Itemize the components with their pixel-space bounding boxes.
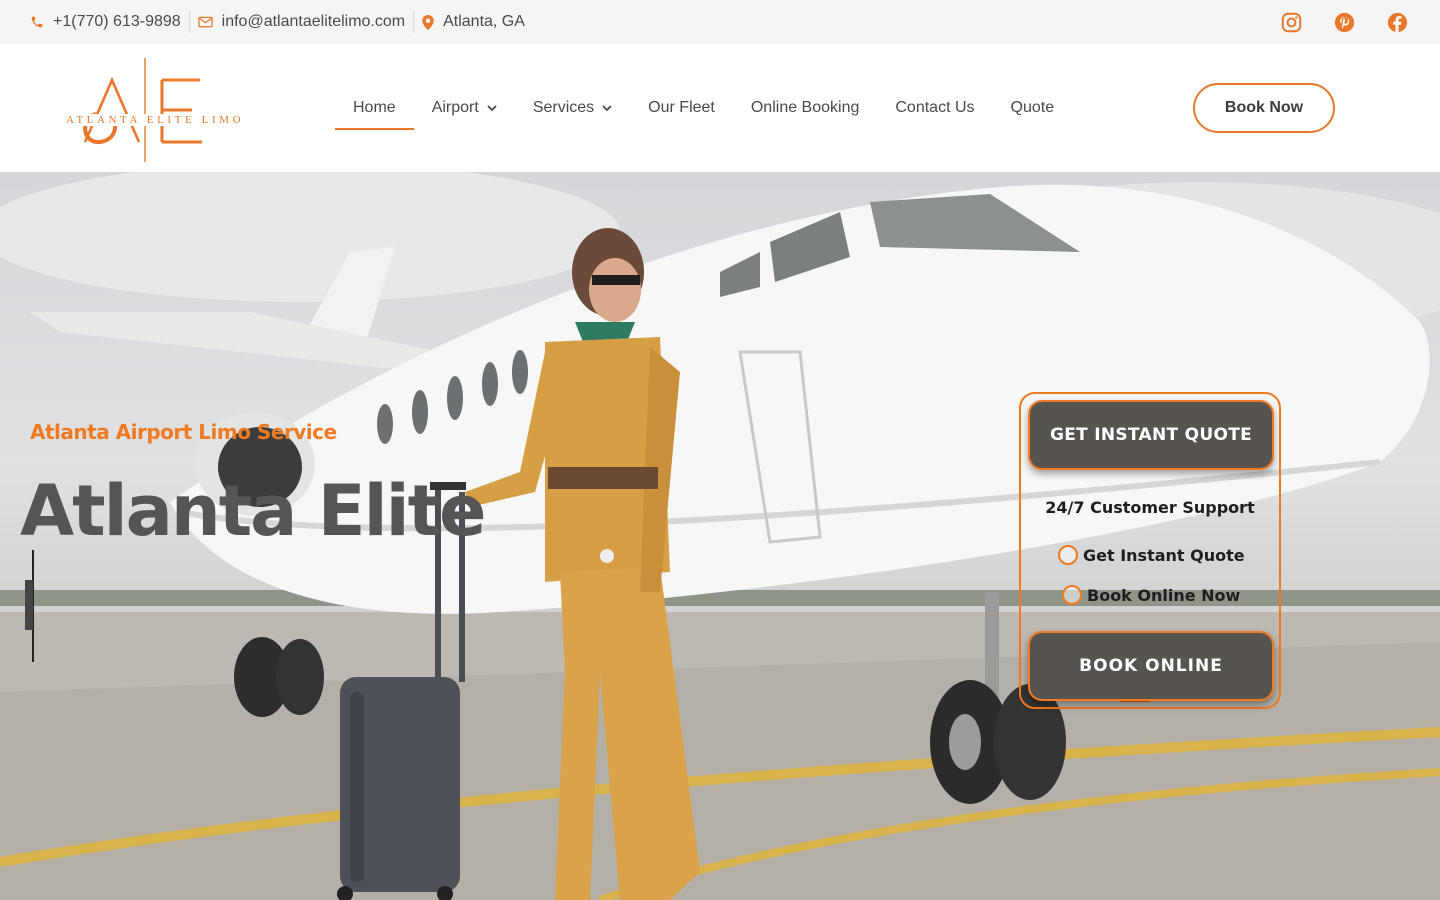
nav-airport[interactable]: Airport xyxy=(414,86,515,130)
facebook-icon xyxy=(1387,12,1408,32)
nav-our-fleet[interactable]: Our Fleet xyxy=(630,86,733,130)
book-online-button[interactable]: BOOK ONLINE xyxy=(1028,631,1274,701)
hero-kicker: Atlanta Airport Limo Service xyxy=(30,420,337,444)
support-text: 24/7 Customer Support xyxy=(1045,498,1255,517)
location-pin-icon xyxy=(422,14,434,30)
pinterest-link[interactable] xyxy=(1334,0,1355,44)
hero-headline: Atlanta Elite xyxy=(20,470,487,552)
nav-label: Our Fleet xyxy=(648,99,715,116)
nav-label: Services xyxy=(532,99,595,116)
location-text: Atlanta, GA xyxy=(443,13,525,30)
typing-cursor-block xyxy=(25,580,33,630)
option-label: Book Online Now xyxy=(1087,585,1241,605)
mail-icon xyxy=(197,16,213,28)
nav-label: Contact Us xyxy=(895,99,975,116)
radio-icon xyxy=(1062,585,1082,605)
quote-card: GET INSTANT QUOTE 24/7 Customer Support … xyxy=(1019,392,1281,709)
get-instant-quote-button[interactable]: GET INSTANT QUOTE xyxy=(1028,400,1274,470)
location-contact: Atlanta, GA xyxy=(422,0,525,44)
divider xyxy=(188,11,190,33)
instagram-icon xyxy=(1281,12,1302,32)
nav-home[interactable]: Home xyxy=(335,86,414,130)
pinterest-icon xyxy=(1334,12,1355,32)
instagram-link[interactable] xyxy=(1281,0,1302,44)
nav-contact-us[interactable]: Contact Us xyxy=(877,86,992,130)
chevron-down-icon xyxy=(487,104,497,111)
top-bar: +1(770) 613-9898 info@atlantaelitelimo.c… xyxy=(0,0,1440,44)
logo-monogram xyxy=(83,58,202,162)
book-now-button[interactable]: Book Now xyxy=(1193,83,1335,133)
nav-label: Home xyxy=(353,99,396,116)
logo-wordmark: ATLANTA ELITE LIMO xyxy=(64,114,247,126)
email-text: info@atlantaelitelimo.com xyxy=(221,13,406,30)
chevron-down-icon xyxy=(602,104,612,111)
nav-services[interactable]: Services xyxy=(515,86,630,130)
nav-quote[interactable]: Quote xyxy=(993,86,1073,130)
option-book-online-now[interactable]: Book Online Now xyxy=(1062,585,1240,605)
email-contact[interactable]: info@atlantaelitelimo.com xyxy=(197,0,406,44)
phone-text: +1(770) 613-9898 xyxy=(53,13,181,30)
nav-label: Airport xyxy=(431,99,479,116)
hero-section: Atlanta Airport Limo Service Atlanta Eli… xyxy=(0,172,1440,900)
facebook-link[interactable] xyxy=(1387,0,1408,44)
phone-contact[interactable]: +1(770) 613-9898 xyxy=(30,0,181,44)
site-logo[interactable]: ATLANTA ELITE LIMO xyxy=(60,58,247,162)
divider xyxy=(413,11,415,33)
option-get-instant-quote[interactable]: Get Instant Quote xyxy=(1058,545,1245,565)
phone-icon xyxy=(31,16,43,28)
nav-label: Quote xyxy=(1010,99,1055,116)
radio-icon xyxy=(1058,545,1078,565)
main-header: ATLANTA ELITE LIMO Home Airport Services… xyxy=(0,44,1440,172)
main-nav: Home Airport Services Our Fleet Online B… xyxy=(335,44,1072,172)
nav-label: Online Booking xyxy=(750,99,860,116)
option-label: Get Instant Quote xyxy=(1083,545,1245,565)
nav-online-booking[interactable]: Online Booking xyxy=(733,86,878,130)
